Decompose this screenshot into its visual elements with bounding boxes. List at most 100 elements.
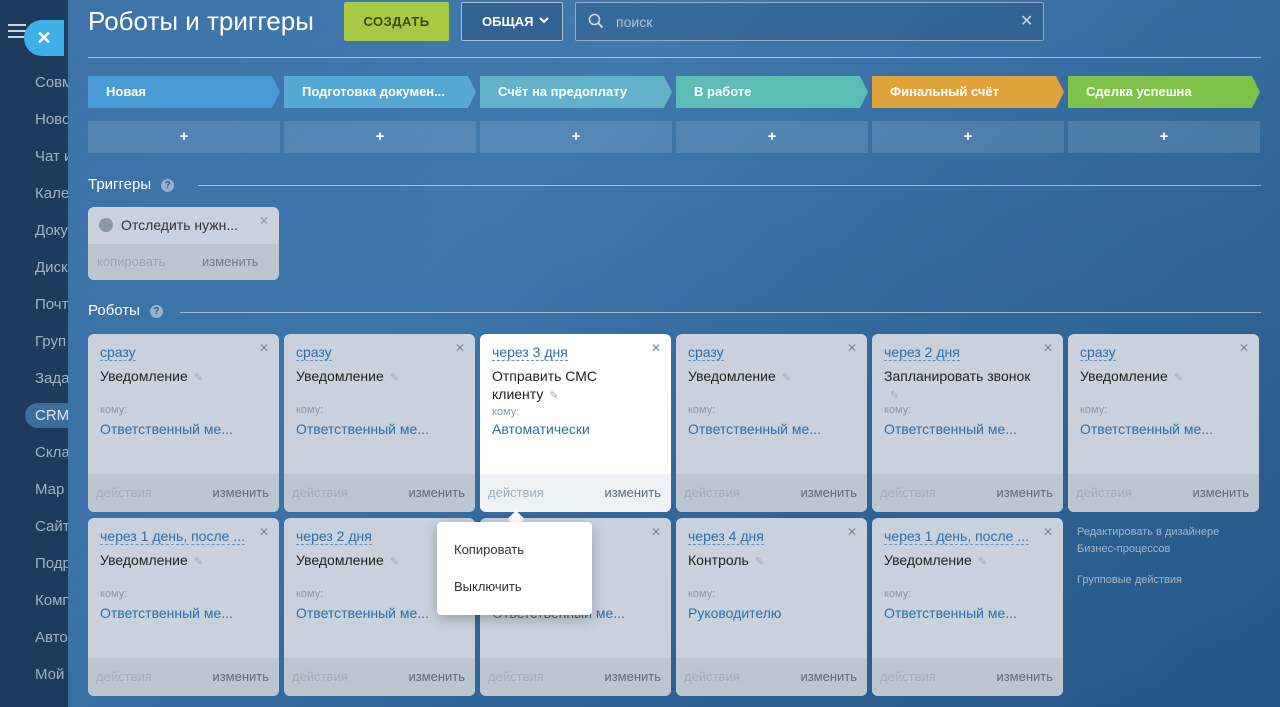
robot-delay-link[interactable]: сразу <box>1080 344 1116 361</box>
robot-card[interactable]: сразу ✕ Уведомление ✎ кому: Ответственный ме.… <box>676 334 867 512</box>
help-icon[interactable]: ? <box>161 179 175 192</box>
delete-icon[interactable]: ✕ <box>259 341 269 355</box>
sidebar-item[interactable]: Совм <box>18 64 68 101</box>
pencil-icon[interactable]: ✎ <box>549 387 559 402</box>
menu-item-disable[interactable]: Выключить <box>437 572 592 609</box>
sidebar-item-crm[interactable]: CRM <box>18 397 68 434</box>
create-button[interactable]: СОЗДАТЬ <box>344 2 449 41</box>
delete-icon[interactable]: ✕ <box>259 214 269 228</box>
robot-edit-link[interactable]: изменить <box>212 474 269 512</box>
robot-actions-link[interactable]: действия <box>880 658 936 696</box>
robot-card[interactable]: через 4 дня ✕ Контроль ✎ кому: Руководителю де… <box>676 518 867 696</box>
pencil-icon[interactable]: ✎ <box>194 553 204 568</box>
robot-delay-link[interactable]: через 2 дня <box>296 528 372 545</box>
pencil-icon[interactable]: ✎ <box>390 553 400 568</box>
trigger-edit-link[interactable]: изменить <box>202 244 259 280</box>
delete-icon[interactable]: ✕ <box>455 341 465 355</box>
search-input[interactable] <box>616 11 996 33</box>
search-box[interactable]: ✕ <box>575 2 1044 41</box>
sidebar-item[interactable]: Почт <box>18 286 68 323</box>
delete-icon[interactable]: ✕ <box>651 525 661 539</box>
pencil-icon[interactable]: ✎ <box>1174 369 1184 384</box>
robot-actions-link[interactable]: действия <box>488 658 544 696</box>
robot-card[interactable]: через 2 дня ✕ Запланировать звонок ✎ кому: От… <box>872 334 1063 512</box>
sidebar-item[interactable]: Скла <box>18 434 68 471</box>
sidebar-item[interactable]: Груп <box>18 323 68 360</box>
robot-delay-link[interactable]: через 2 дня <box>884 344 960 361</box>
pencil-icon[interactable]: ✎ <box>755 553 765 568</box>
robot-delay-link[interactable]: сразу <box>688 344 724 361</box>
sidebar-item[interactable]: Мой <box>18 656 68 693</box>
robot-actions-link[interactable]: действия <box>1076 474 1132 512</box>
robot-actions-link[interactable]: действия <box>292 474 348 512</box>
robot-actions-link[interactable]: действия <box>684 474 740 512</box>
sidebar-item[interactable]: Доку <box>18 212 68 249</box>
robot-edit-link[interactable]: изменить <box>800 474 857 512</box>
robot-edit-link[interactable]: изменить <box>212 658 269 696</box>
delete-icon[interactable]: ✕ <box>1043 341 1053 355</box>
sidebar-item[interactable]: Диск <box>18 249 68 286</box>
pencil-icon[interactable]: ✎ <box>978 553 988 568</box>
add-stage-button[interactable]: + <box>676 121 868 153</box>
robot-edit-link[interactable]: изменить <box>800 658 857 696</box>
robot-delay-link[interactable]: сразу <box>296 344 332 361</box>
pencil-icon[interactable]: ✎ <box>782 369 792 384</box>
robot-delay-link[interactable]: через 1 день, после ... <box>884 528 1029 545</box>
clear-search-icon[interactable]: ✕ <box>1020 11 1033 31</box>
robot-card[interactable]: через 1 день, после ... ✕ Уведомление ✎ кому… <box>88 518 279 696</box>
sidebar-item[interactable]: Мар <box>18 471 68 508</box>
delete-icon[interactable]: ✕ <box>259 525 269 539</box>
trigger-copy-link[interactable]: копировать <box>97 244 165 280</box>
robot-delay-link[interactable]: через 4 дня <box>688 528 764 545</box>
robot-edit-link[interactable]: изменить <box>604 474 661 512</box>
sidebar-item[interactable]: Авто <box>18 619 68 656</box>
robot-actions-link[interactable]: действия <box>880 474 936 512</box>
robot-edit-link[interactable]: изменить <box>604 658 661 696</box>
sidebar-item[interactable]: Комп <box>18 582 68 619</box>
robot-card[interactable]: сразу ✕ Уведомление ✎ кому: Ответственный ме.… <box>284 334 475 512</box>
add-stage-button[interactable]: + <box>480 121 672 153</box>
pencil-icon[interactable]: ✎ <box>390 369 400 384</box>
sidebar-item[interactable]: Подр <box>18 545 68 582</box>
robot-card[interactable]: через 1 день, после ... ✕ Уведомление ✎ кому… <box>872 518 1063 696</box>
robot-actions-link[interactable]: действия <box>96 474 152 512</box>
robot-actions-link[interactable]: действия <box>488 474 544 512</box>
sidebar-item[interactable]: Чат и <box>18 138 68 175</box>
pencil-icon[interactable]: ✎ <box>194 369 204 384</box>
delete-icon[interactable]: ✕ <box>847 525 857 539</box>
sidebar-item[interactable]: Зада <box>18 360 68 397</box>
add-stage-button[interactable]: + <box>88 121 280 153</box>
close-slider-button[interactable]: ✕ <box>24 20 64 56</box>
robot-delay-link[interactable]: сразу <box>100 344 136 361</box>
sidebar-item[interactable]: Ново <box>18 101 68 138</box>
general-dropdown[interactable]: ОБЩАЯ <box>461 2 563 41</box>
robot-actions-link[interactable]: действия <box>684 658 740 696</box>
robot-edit-link[interactable]: изменить <box>996 658 1053 696</box>
robot-actions-link[interactable]: действия <box>292 658 348 696</box>
delete-icon[interactable]: ✕ <box>1239 341 1249 355</box>
group-actions-link[interactable]: Групповые действия <box>1077 572 1182 589</box>
robot-card[interactable]: сразу ✕ Уведомление ✎ кому: Ответственный ме.… <box>1068 334 1259 512</box>
help-icon[interactable]: ? <box>149 305 163 318</box>
robot-delay-link[interactable]: через 1 день, после ... <box>100 528 245 545</box>
robot-actions-link[interactable]: действия <box>96 658 152 696</box>
robot-delay-link[interactable]: через 3 дня <box>492 344 568 361</box>
robot-edit-link[interactable]: изменить <box>996 474 1053 512</box>
add-stage-button[interactable]: + <box>1068 121 1260 153</box>
robot-edit-link[interactable]: изменить <box>408 658 465 696</box>
robot-edit-link[interactable]: изменить <box>1192 474 1249 512</box>
sidebar-item[interactable]: Кале <box>18 175 68 212</box>
pencil-icon[interactable]: ✎ <box>890 387 900 402</box>
delete-icon[interactable]: ✕ <box>847 341 857 355</box>
add-stage-button[interactable]: + <box>284 121 476 153</box>
robot-card[interactable]: через 3 дня ✕ Отправить СМС клиенту ✎ кому: А… <box>480 334 671 512</box>
add-stage-button[interactable]: + <box>872 121 1064 153</box>
delete-icon[interactable]: ✕ <box>651 341 661 355</box>
trigger-card[interactable]: Отследить нужн... ✕ копировать изменить <box>88 207 279 280</box>
robot-card[interactable]: сразу ✕ Уведомление ✎ кому: Ответственный ме.… <box>88 334 279 512</box>
robot-edit-link[interactable]: изменить <box>408 474 465 512</box>
delete-icon[interactable]: ✕ <box>1043 525 1053 539</box>
designer-link[interactable]: Редактировать в дизайнере Бизнес-процесс… <box>1077 524 1257 558</box>
sidebar-item[interactable]: Сайт <box>18 508 68 545</box>
menu-item-copy[interactable]: Копировать <box>437 535 592 572</box>
